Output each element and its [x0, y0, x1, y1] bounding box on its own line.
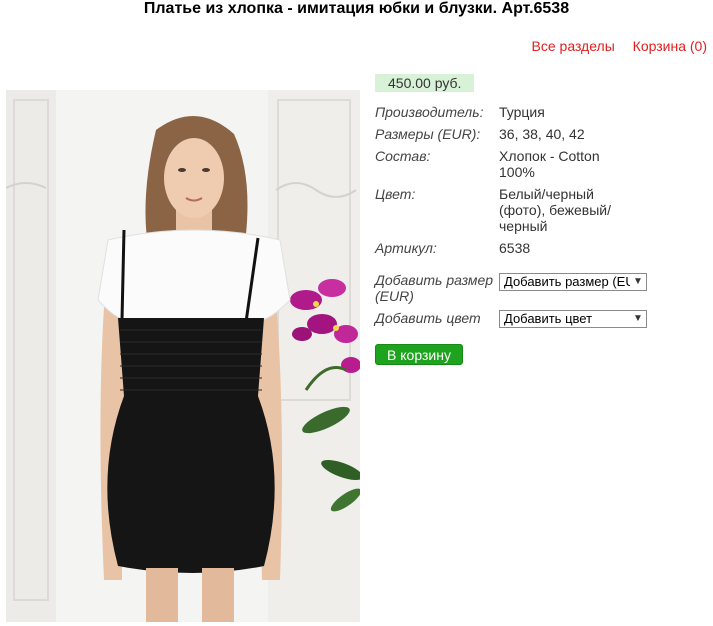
cart-link[interactable]: Корзина (0)	[633, 38, 707, 54]
size-select-value: Добавить размер (EUR)	[504, 274, 647, 289]
property-label: Артикул:	[375, 240, 437, 256]
color-select-value: Добавить цвет	[504, 311, 593, 326]
color-select-label: Добавить цвет	[375, 310, 481, 326]
property-value: Турция	[499, 104, 545, 120]
property-row-sizes: Размеры (EUR): 36, 38, 40, 42	[375, 126, 675, 142]
property-row-article: Артикул: 6538	[375, 240, 675, 256]
price-badge: 450.00 руб.	[375, 74, 475, 92]
property-label: Состав:	[375, 148, 431, 164]
property-value: 36, 38, 40, 42	[499, 126, 585, 142]
all-sections-link[interactable]: Все разделы	[532, 38, 615, 54]
property-label: Размеры (EUR):	[375, 126, 481, 142]
chevron-down-icon: ▼	[630, 311, 646, 327]
chevron-down-icon: ▼	[630, 274, 646, 290]
property-row-manufacturer: Производитель: Турция	[375, 104, 675, 120]
property-label: Цвет:	[375, 186, 416, 202]
top-nav: Все разделы Корзина (0)	[518, 38, 707, 54]
size-select[interactable]: Добавить размер (EUR) ▼	[499, 273, 647, 291]
property-row-composition: Состав: Хлопок - Cotton 100%	[375, 148, 675, 180]
property-label: Производитель:	[375, 104, 484, 120]
color-select[interactable]: Добавить цвет ▼	[499, 310, 647, 328]
add-to-cart-button[interactable]: В корзину	[375, 344, 463, 365]
page-title: Платье из хлопка - имитация юбки и блузк…	[143, 0, 570, 17]
product-page: Платье из хлопка - имитация юбки и блузк…	[0, 0, 713, 626]
product-photo-image	[6, 90, 360, 622]
product-photo[interactable]	[6, 90, 360, 622]
size-select-label: Добавить размер (EUR)	[375, 272, 494, 304]
property-value: Хлопок - Cotton 100%	[499, 148, 600, 180]
product-properties: Производитель: Турция Размеры (EUR): 36,…	[375, 104, 675, 262]
property-row-color: Цвет: Белый/черный (фото), бежевый/черны…	[375, 186, 675, 234]
property-value: Белый/черный (фото), бежевый/черный	[499, 186, 611, 234]
property-value: 6538	[499, 240, 531, 256]
